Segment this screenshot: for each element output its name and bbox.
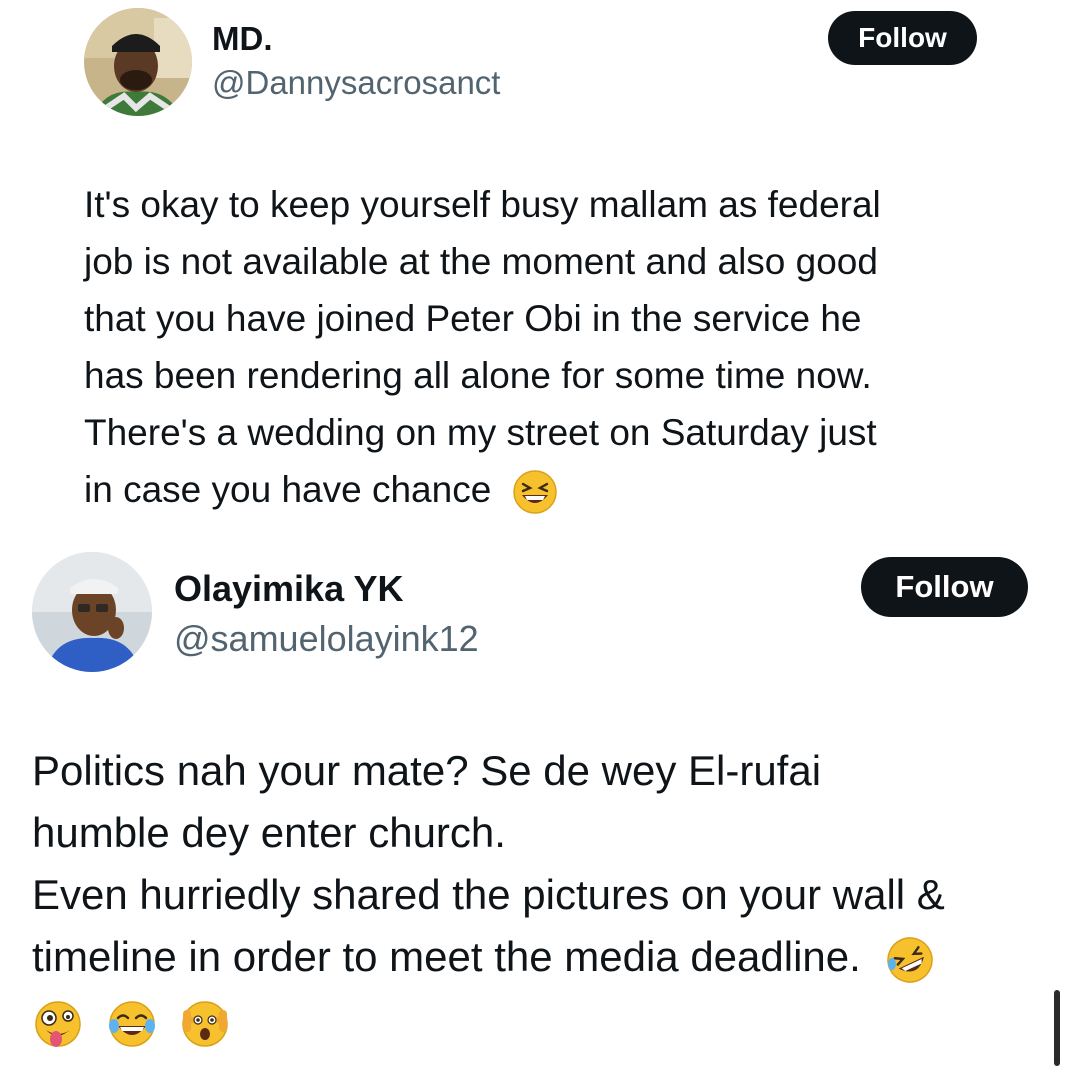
avatar[interactable] <box>32 552 152 672</box>
tweet-line: Politics nah your mate? Se de wey El-ruf… <box>32 747 822 794</box>
tweet-line: timeline in order to meet the media dead… <box>32 933 861 980</box>
profile-photo-icon <box>32 552 152 672</box>
face-with-hand-over-mouth-icon <box>179 998 231 1050</box>
profile-photo-icon <box>84 8 192 116</box>
tweet-line: humble dey enter church. <box>32 809 506 856</box>
display-name[interactable]: MD. <box>212 20 273 58</box>
tweet-line: There's a wedding on my street on Saturd… <box>84 412 877 453</box>
tweet-line: has been rendering all alone for some ti… <box>84 355 872 396</box>
scrollbar[interactable] <box>1054 990 1060 1066</box>
tweet-line-last: in case you have chance <box>84 461 881 518</box>
tweet-line: in case you have chance <box>84 469 492 510</box>
follow-button-label: Follow <box>895 569 994 604</box>
tweet-2: Olayimika YK @samuelolayink12 Follow Pol… <box>0 540 1080 1080</box>
tweet-text: It's okay to keep yourself busy mallam a… <box>84 176 881 518</box>
emoji-row <box>32 990 945 1052</box>
rolling-on-floor-laughing-icon <box>884 934 936 986</box>
user-handle[interactable]: @Dannysacrosanct <box>212 64 500 102</box>
face-with-tears-of-joy-icon <box>106 998 158 1050</box>
tweet-1: MD. @Dannysacrosanct Follow It's okay to… <box>0 0 1080 530</box>
tweet-line: job is not available at the moment and a… <box>84 241 878 282</box>
tweet-line: that you have joined Peter Obi in the se… <box>84 298 862 339</box>
tweet-text: Politics nah your mate? Se de wey El-ruf… <box>32 740 945 1052</box>
tweet-line: It's okay to keep yourself busy mallam a… <box>84 184 881 225</box>
avatar[interactable] <box>84 8 192 116</box>
tweet-line-with-emoji: timeline in order to meet the media dead… <box>32 926 945 988</box>
follow-button-label: Follow <box>858 22 947 53</box>
grinning-squinting-face-icon <box>512 469 558 515</box>
user-handle[interactable]: @samuelolayink12 <box>174 618 479 660</box>
tweet-line: Even hurriedly shared the pictures on yo… <box>32 871 945 918</box>
zany-face-icon <box>32 998 84 1050</box>
follow-button[interactable]: Follow <box>828 11 977 65</box>
display-name[interactable]: Olayimika YK <box>174 568 403 610</box>
follow-button[interactable]: Follow <box>861 557 1028 617</box>
